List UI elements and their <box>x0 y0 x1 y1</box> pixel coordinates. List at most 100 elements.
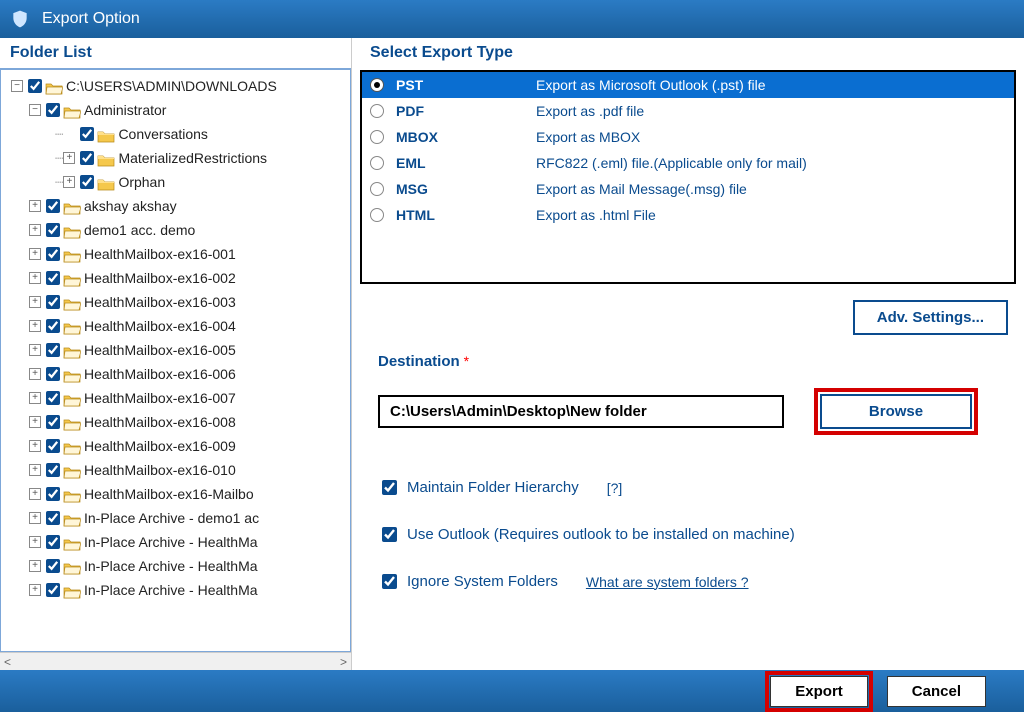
expand-toggle[interactable]: + <box>29 416 41 428</box>
export-type-desc: Export as Microsoft Outlook (.pst) file <box>536 77 766 93</box>
use-outlook-label: Use Outlook (Requires outlook to be inst… <box>407 526 795 543</box>
destination-input[interactable] <box>378 395 784 428</box>
tree-checkbox[interactable] <box>28 79 42 93</box>
tree-checkbox[interactable] <box>46 463 60 477</box>
tree-checkbox[interactable] <box>46 511 60 525</box>
tree-node-label[interactable]: In-Place Archive - HealthMa <box>84 558 258 574</box>
expand-toggle[interactable]: + <box>63 176 75 188</box>
export-type-pdf[interactable]: PDFExport as .pdf file <box>362 98 1014 124</box>
tree-checkbox[interactable] <box>46 439 60 453</box>
expand-toggle[interactable]: + <box>63 152 75 164</box>
export-type-header: Select Export Type <box>360 38 1016 68</box>
tree-node-label[interactable]: akshay akshay <box>84 198 177 214</box>
expand-spacer <box>63 128 75 140</box>
cancel-button[interactable]: Cancel <box>887 676 986 707</box>
expand-toggle[interactable]: + <box>29 320 41 332</box>
expand-toggle[interactable]: − <box>29 104 41 116</box>
tree-node-label[interactable]: demo1 acc. demo <box>84 222 195 238</box>
tree-checkbox[interactable] <box>46 319 60 333</box>
tree-node-label[interactable]: In-Place Archive - HealthMa <box>84 582 258 598</box>
radio-icon <box>370 130 384 144</box>
tree-checkbox[interactable] <box>80 127 94 141</box>
adv-settings-button[interactable]: Adv. Settings... <box>853 300 1008 335</box>
export-type-html[interactable]: HTMLExport as .html File <box>362 202 1014 228</box>
scroll-right-icon[interactable]: > <box>340 655 347 669</box>
required-asterisk: * <box>464 353 469 369</box>
expand-toggle[interactable]: + <box>29 392 41 404</box>
export-button[interactable]: Export <box>770 676 868 707</box>
export-type-eml[interactable]: EMLRFC822 (.eml) file.(Applicable only f… <box>362 150 1014 176</box>
browse-button[interactable]: Browse <box>820 394 972 429</box>
tree-node-label[interactable]: HealthMailbox-ex16-Mailbo <box>84 486 254 502</box>
tree-node-label[interactable]: HealthMailbox-ex16-002 <box>84 270 236 286</box>
tree-checkbox[interactable] <box>80 175 94 189</box>
tree-node-label[interactable]: HealthMailbox-ex16-001 <box>84 246 236 262</box>
tree-connector: ┈ <box>55 174 63 191</box>
tree-node-label[interactable]: HealthMailbox-ex16-005 <box>84 342 236 358</box>
tree-node-label[interactable]: HealthMailbox-ex16-004 <box>84 318 236 334</box>
tree-checkbox[interactable] <box>46 103 60 117</box>
expand-toggle[interactable]: + <box>29 512 41 524</box>
tree-checkbox[interactable] <box>80 151 94 165</box>
tree-checkbox[interactable] <box>46 487 60 501</box>
export-type-msg[interactable]: MSGExport as Mail Message(.msg) file <box>362 176 1014 202</box>
expand-toggle[interactable]: + <box>29 584 41 596</box>
expand-toggle[interactable]: + <box>29 224 41 236</box>
tree-node-label[interactable]: C:\USERS\ADMIN\DOWNLOADS <box>66 78 277 94</box>
folder-tree[interactable]: − C:\USERS\ADMIN\DOWNLOADS − Administrator ┈… <box>1 70 350 651</box>
folder-open-icon <box>63 559 81 573</box>
use-outlook-checkbox[interactable] <box>382 527 397 542</box>
tree-checkbox[interactable] <box>46 343 60 357</box>
expand-toggle[interactable]: + <box>29 272 41 284</box>
expand-toggle[interactable]: + <box>29 464 41 476</box>
export-type-list: PSTExport as Microsoft Outlook (.pst) fi… <box>360 70 1016 284</box>
tree-checkbox[interactable] <box>46 559 60 573</box>
expand-toggle[interactable]: + <box>29 368 41 380</box>
tree-checkbox[interactable] <box>46 415 60 429</box>
tree-node-label[interactable]: HealthMailbox-ex16-007 <box>84 390 236 406</box>
hierarchy-help-link[interactable]: [?] <box>607 480 623 496</box>
expand-toggle[interactable]: + <box>29 248 41 260</box>
export-type-mbox[interactable]: MBOXExport as MBOX <box>362 124 1014 150</box>
tree-checkbox[interactable] <box>46 367 60 381</box>
tree-node-label[interactable]: In-Place Archive - demo1 ac <box>84 510 259 526</box>
tree-checkbox[interactable] <box>46 199 60 213</box>
tree-node-label[interactable]: HealthMailbox-ex16-009 <box>84 438 236 454</box>
expand-toggle[interactable]: + <box>29 536 41 548</box>
tree-checkbox[interactable] <box>46 535 60 549</box>
folder-open-icon <box>63 391 81 405</box>
tree-node-label[interactable]: Administrator <box>84 102 166 118</box>
tree-node-label[interactable]: MaterializedRestrictions <box>118 150 267 166</box>
horizontal-scrollbar[interactable]: < > <box>0 652 351 670</box>
expand-toggle[interactable]: + <box>29 488 41 500</box>
expand-toggle[interactable]: + <box>29 200 41 212</box>
tree-node-label[interactable]: Conversations <box>118 126 208 142</box>
tree-checkbox[interactable] <box>46 271 60 285</box>
tree-node-label[interactable]: In-Place Archive - HealthMa <box>84 534 258 550</box>
folder-open-icon <box>63 367 81 381</box>
export-type-name: PST <box>396 77 536 93</box>
expand-toggle[interactable]: + <box>29 560 41 572</box>
folder-list-header: Folder List <box>0 38 351 69</box>
expand-toggle[interactable]: + <box>29 344 41 356</box>
expand-toggle[interactable]: + <box>29 440 41 452</box>
tree-node-label[interactable]: HealthMailbox-ex16-008 <box>84 414 236 430</box>
expand-toggle[interactable]: − <box>11 80 23 92</box>
export-highlight: Export <box>765 671 873 712</box>
ignore-system-checkbox[interactable] <box>382 574 397 589</box>
folder-open-icon <box>63 103 81 117</box>
tree-node-label[interactable]: Orphan <box>118 174 165 190</box>
maintain-hierarchy-checkbox[interactable] <box>382 480 397 495</box>
tree-checkbox[interactable] <box>46 247 60 261</box>
scroll-left-icon[interactable]: < <box>4 655 11 669</box>
expand-toggle[interactable]: + <box>29 296 41 308</box>
system-folders-link[interactable]: What are system folders ? <box>586 574 749 590</box>
tree-node-label[interactable]: HealthMailbox-ex16-003 <box>84 294 236 310</box>
tree-node-label[interactable]: HealthMailbox-ex16-006 <box>84 366 236 382</box>
tree-node-label[interactable]: HealthMailbox-ex16-010 <box>84 462 236 478</box>
tree-checkbox[interactable] <box>46 583 60 597</box>
tree-checkbox[interactable] <box>46 391 60 405</box>
tree-checkbox[interactable] <box>46 223 60 237</box>
export-type-pst[interactable]: PSTExport as Microsoft Outlook (.pst) fi… <box>362 72 1014 98</box>
tree-checkbox[interactable] <box>46 295 60 309</box>
